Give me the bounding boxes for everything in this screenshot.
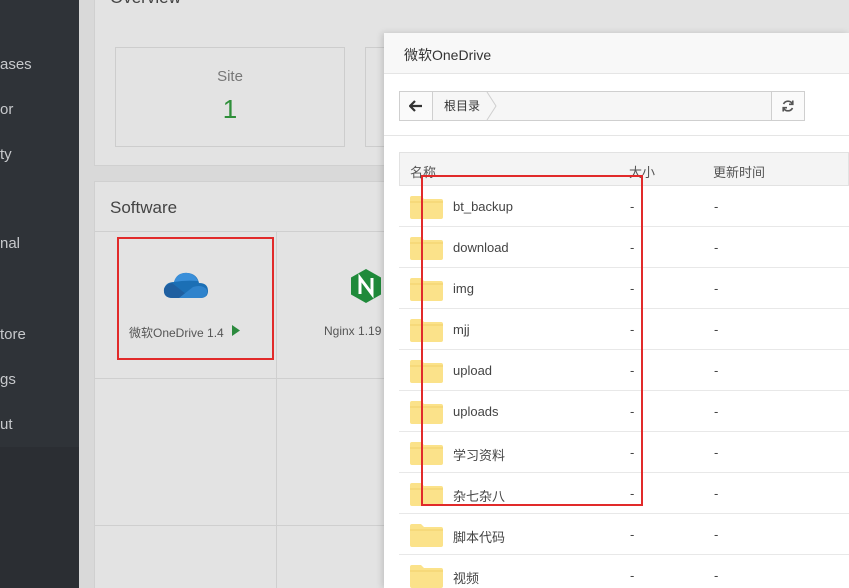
sidebar-item-monitor[interactable]: or bbox=[0, 101, 13, 118]
file-name[interactable]: 视频 bbox=[453, 568, 479, 587]
divider bbox=[384, 135, 849, 136]
refresh-icon bbox=[782, 100, 794, 112]
file-size: - bbox=[630, 527, 635, 542]
file-time: - bbox=[714, 199, 719, 214]
file-time: - bbox=[714, 363, 719, 378]
sidebar: ases or ty nal tore gs ut bbox=[0, 0, 79, 588]
sidebar-item-logout[interactable]: ut bbox=[0, 416, 13, 433]
file-time: - bbox=[714, 445, 719, 460]
highlight-box-onedrive bbox=[117, 237, 274, 360]
software-tile-nginx[interactable]: Nginx 1.19 bbox=[277, 238, 387, 360]
sidebar-item-databases[interactable]: ases bbox=[0, 56, 32, 73]
highlight-box-folders bbox=[421, 175, 643, 506]
folder-icon bbox=[410, 565, 443, 588]
file-time: - bbox=[714, 240, 719, 255]
file-time: - bbox=[714, 322, 719, 337]
sidebar-item-settings[interactable]: gs bbox=[0, 371, 16, 388]
folder-icon bbox=[410, 524, 443, 547]
divider bbox=[95, 525, 395, 526]
stat-site-value: 1 bbox=[222, 94, 238, 124]
divider bbox=[95, 378, 395, 379]
sidebar-item-security[interactable]: ty bbox=[0, 146, 12, 163]
breadcrumb-root[interactable]: 根目录 bbox=[434, 92, 493, 120]
arrow-left-icon bbox=[409, 100, 422, 112]
nginx-icon bbox=[351, 269, 381, 303]
sidebar-item-app-store[interactable]: tore bbox=[0, 326, 26, 343]
dialog-header: 微软OneDrive bbox=[384, 33, 849, 74]
column-header-time[interactable]: 更新时间 bbox=[713, 162, 765, 181]
file-time: - bbox=[714, 568, 719, 583]
table-row[interactable]: 视频 - - bbox=[399, 555, 849, 588]
file-time: - bbox=[714, 486, 719, 501]
breadcrumb-chevron-icon bbox=[486, 92, 497, 120]
path-bar: 根目录 bbox=[399, 91, 805, 121]
file-name[interactable]: 脚本代码 bbox=[453, 527, 505, 546]
table-row[interactable]: 脚本代码 - - bbox=[399, 514, 849, 555]
sidebar-item-terminal[interactable]: nal bbox=[0, 235, 20, 252]
stat-site-label: Site bbox=[217, 68, 243, 85]
file-time: - bbox=[714, 404, 719, 419]
software-tile-nginx-label: Nginx 1.19 bbox=[324, 324, 382, 338]
file-time: - bbox=[714, 527, 719, 542]
stat-site[interactable]: Site 1 bbox=[115, 47, 345, 147]
overview-title: Overview bbox=[110, 0, 181, 8]
dialog-title: 微软OneDrive bbox=[404, 47, 492, 63]
file-size: - bbox=[630, 568, 635, 583]
file-time: - bbox=[714, 281, 719, 296]
refresh-button[interactable] bbox=[771, 92, 804, 120]
sidebar-footer bbox=[0, 447, 79, 588]
software-title: Software bbox=[110, 198, 178, 217]
back-button[interactable] bbox=[400, 92, 433, 120]
